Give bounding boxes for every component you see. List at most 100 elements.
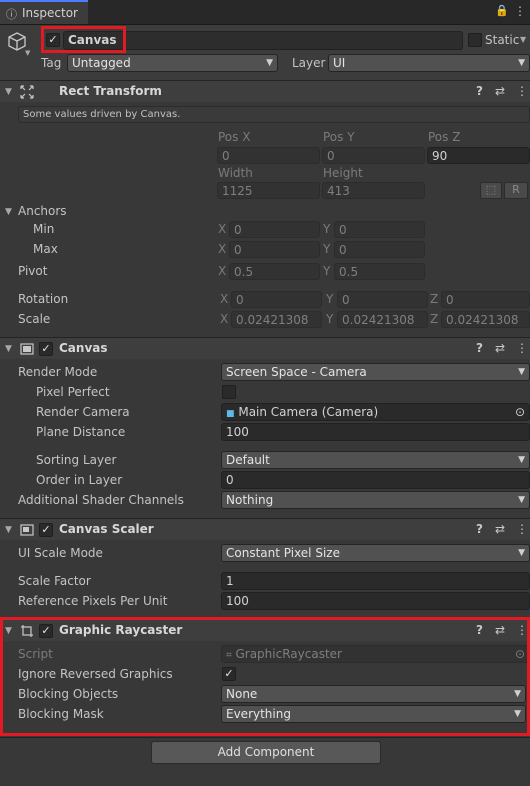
layer-value: UI xyxy=(333,56,346,70)
render-mode-label: Render Mode xyxy=(18,365,98,379)
help-icon[interactable]: ? xyxy=(476,522,483,536)
pivot-x-axis-label: X xyxy=(218,264,227,278)
rot-z-axis-label: Z xyxy=(430,292,439,306)
pivot-y-field: 0.5 xyxy=(334,263,425,280)
plane-distance-field[interactable]: 100 xyxy=(221,423,530,441)
rot-x-axis-label: X xyxy=(220,292,229,306)
inspector-tab-icon: ⓘ xyxy=(6,8,17,21)
canvas-scaler-icon xyxy=(20,524,34,536)
add-component-button[interactable]: Add Component xyxy=(151,741,381,764)
sorting-layer-value: Default xyxy=(226,453,270,467)
layer-label: Layer xyxy=(292,56,326,70)
sorting-layer-label: Sorting Layer xyxy=(36,453,117,467)
lock-icon[interactable]: 🔒 xyxy=(495,4,509,17)
tab-label: Inspector xyxy=(22,6,78,20)
anchors-fold-icon[interactable]: ▼ xyxy=(5,207,12,217)
scale-y-axis-label: Y xyxy=(326,312,334,326)
component-menu-icon[interactable]: ⋮ xyxy=(516,84,528,98)
fold-icon[interactable]: ▼ xyxy=(5,525,12,535)
pivot-x-field: 0.5 xyxy=(229,263,320,280)
fold-icon[interactable]: ▼ xyxy=(5,344,12,354)
anchor-max-y-field: 0 xyxy=(334,241,425,258)
presets-icon[interactable]: ⇄ xyxy=(495,341,505,355)
shader-channels-value: Nothing xyxy=(226,493,274,507)
height-field: 413 xyxy=(322,182,425,199)
tag-value: Untagged xyxy=(72,56,131,70)
icon-dropdown-icon[interactable]: ▼ xyxy=(25,49,30,57)
fold-icon[interactable]: ▼ xyxy=(5,87,12,97)
pivot-y-axis-label: Y xyxy=(323,264,331,278)
highlight-graphic-raycaster xyxy=(0,617,530,736)
presets-icon[interactable]: ⇄ xyxy=(495,522,505,536)
scale-factor-field[interactable]: 1 xyxy=(221,572,530,590)
rect-transform-header[interactable]: ▼ Rect Transform ? ⇄ ⋮ xyxy=(0,80,530,102)
tab-menu-icon[interactable]: ⋮ xyxy=(514,4,526,18)
scale-z-field: 0.02421308 xyxy=(441,311,530,328)
scale-x-field: 0.02421308 xyxy=(231,311,322,328)
pos-x-label: Pos X xyxy=(218,130,251,144)
tag-dropdown[interactable]: Untagged ▼ xyxy=(67,54,278,72)
scale-label: Scale xyxy=(18,312,51,326)
raw-edit-button[interactable]: R xyxy=(504,182,528,199)
presets-icon[interactable]: ⇄ xyxy=(495,84,505,98)
canvas-scaler-header[interactable]: ▼ ✓ Canvas Scaler ? ⇄ ⋮ xyxy=(0,518,530,540)
pivot-label: Pivot xyxy=(18,264,48,278)
shader-channels-dropdown[interactable]: Nothing ▼ xyxy=(221,491,530,509)
component-menu-icon[interactable]: ⋮ xyxy=(516,341,528,355)
rect-transform-title: Rect Transform xyxy=(59,84,162,98)
chevron-down-icon: ▼ xyxy=(518,58,525,68)
tab-inspector[interactable]: ⓘ Inspector xyxy=(0,0,88,24)
canvas-component-header[interactable]: ▼ ✓ Canvas ? ⇄ ⋮ xyxy=(0,337,530,359)
anchor-min-label: Min xyxy=(33,222,55,236)
rotation-label: Rotation xyxy=(18,292,69,306)
plane-distance-label: Plane Distance xyxy=(36,425,126,439)
help-icon[interactable]: ? xyxy=(476,341,483,355)
sorting-layer-dropdown[interactable]: Default ▼ xyxy=(221,451,530,469)
canvas-enabled-toggle[interactable]: ✓ xyxy=(39,342,53,356)
render-camera-label: Render Camera xyxy=(36,405,130,419)
ui-scale-mode-value: Constant Pixel Size xyxy=(226,546,340,560)
camera-icon: ■ xyxy=(226,409,235,419)
width-field: 1125 xyxy=(217,182,320,199)
tab-bar: ⓘ Inspector 🔒 ⋮ xyxy=(0,0,530,25)
ref-ppu-field[interactable]: 100 xyxy=(221,592,530,610)
driven-notice: Some values driven by Canvas. xyxy=(18,106,530,123)
divider xyxy=(0,737,530,738)
static-label: Static xyxy=(485,33,520,47)
anchor-max-x-field: 0 xyxy=(229,241,320,258)
min-x-axis-label: X xyxy=(218,222,227,236)
pos-y-field: 0 xyxy=(322,147,425,164)
scale-x-axis-label: X xyxy=(220,312,229,326)
object-picker-icon[interactable]: ⊙ xyxy=(515,404,525,420)
component-menu-icon[interactable]: ⋮ xyxy=(516,522,528,536)
render-camera-value: Main Camera (Camera) xyxy=(238,405,379,419)
help-icon[interactable]: ? xyxy=(476,84,483,98)
pos-x-field: 0 xyxy=(217,147,320,164)
tag-label: Tag xyxy=(41,56,62,70)
pos-z-field[interactable]: 90 xyxy=(427,147,530,164)
chevron-down-icon: ▼ xyxy=(518,495,525,505)
anchor-min-y-field: 0 xyxy=(334,221,425,238)
pos-z-label: Pos Z xyxy=(428,130,461,144)
blueprint-mode-button[interactable]: ⬚ xyxy=(480,182,502,199)
rotation-z-field: 0 xyxy=(441,291,530,308)
static-checkbox[interactable] xyxy=(468,33,482,47)
chevron-down-icon: ▼ xyxy=(518,455,525,465)
order-in-layer-field[interactable]: 0 xyxy=(221,471,530,489)
rotation-y-field: 0 xyxy=(337,291,428,308)
render-mode-value: Screen Space - Camera xyxy=(226,365,367,379)
ui-scale-mode-dropdown[interactable]: Constant Pixel Size ▼ xyxy=(221,544,530,562)
static-dropdown-icon[interactable]: ▼ xyxy=(520,35,526,44)
render-camera-field[interactable]: ■ Main Camera (Camera) ⊙ xyxy=(221,403,530,421)
max-x-axis-label: X xyxy=(218,242,227,256)
layer-dropdown[interactable]: UI ▼ xyxy=(328,54,530,72)
highlight-canvas-name xyxy=(41,26,126,53)
canvas-scaler-enabled-toggle[interactable]: ✓ xyxy=(39,523,53,537)
chevron-down-icon: ▼ xyxy=(266,58,273,68)
pixel-perfect-checkbox[interactable] xyxy=(222,385,236,399)
shader-channels-label: Additional Shader Channels xyxy=(18,493,184,507)
render-mode-dropdown[interactable]: Screen Space - Camera ▼ xyxy=(221,363,530,381)
anchors-label: Anchors xyxy=(18,204,67,218)
chevron-down-icon: ▼ xyxy=(518,548,525,558)
pos-y-label: Pos Y xyxy=(323,130,355,144)
